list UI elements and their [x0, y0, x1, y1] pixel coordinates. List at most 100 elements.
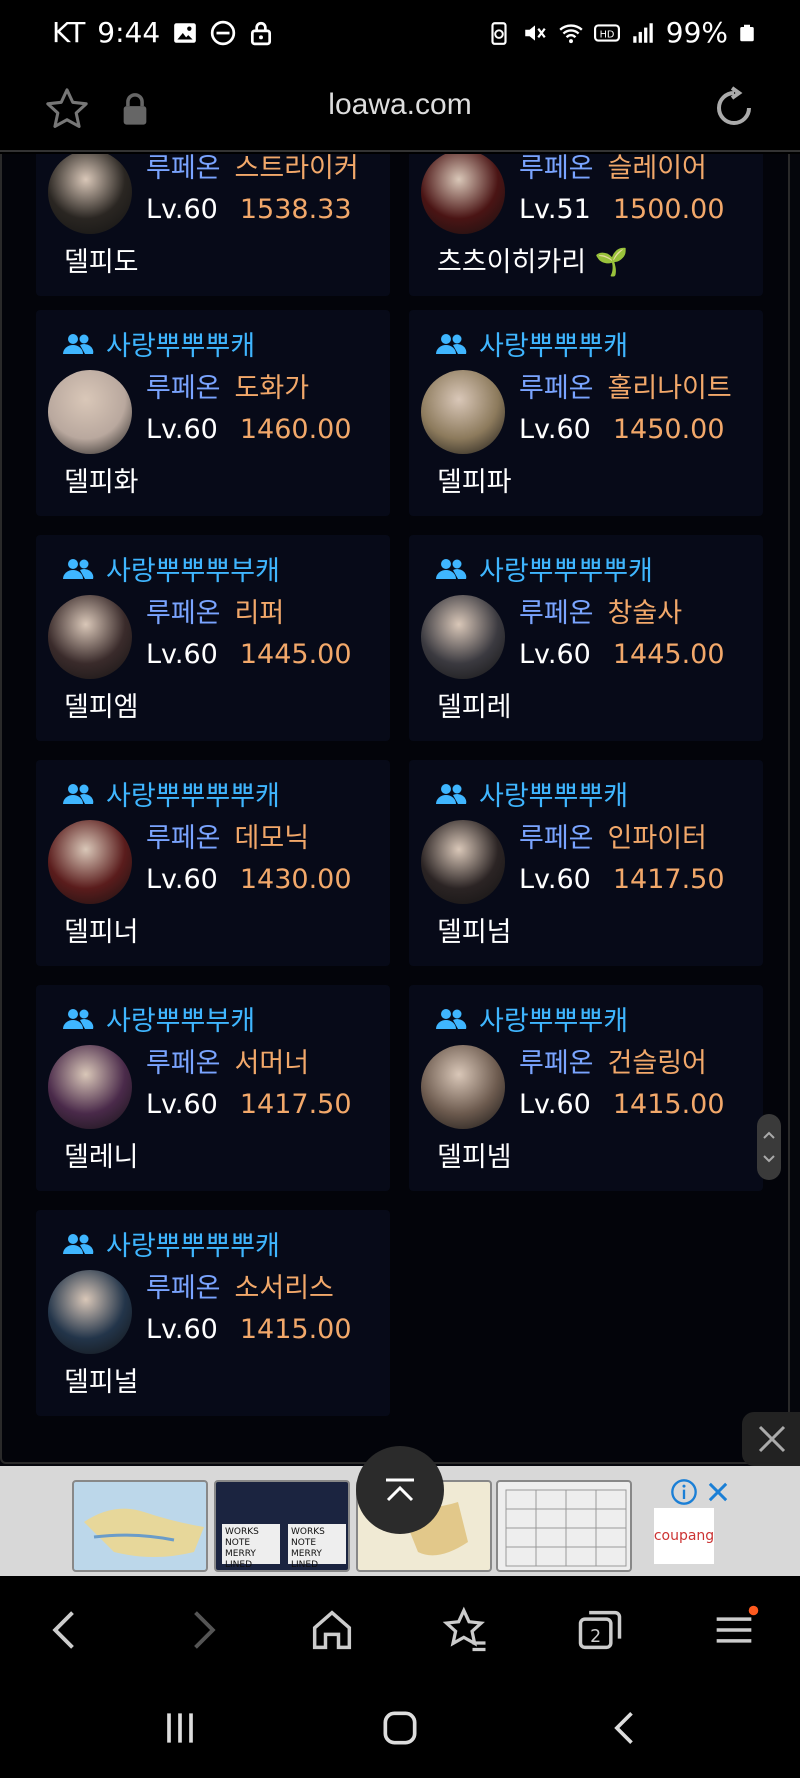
ad-thumbnail[interactable]: WORKS NOTE MERRY LINED WORKS NOTE MERRY …	[214, 1480, 350, 1572]
ad-info-icon[interactable]	[670, 1478, 698, 1506]
ad-dismiss-icon[interactable]	[704, 1478, 732, 1506]
character-name: 델피넘	[437, 917, 512, 948]
character-card[interactable]: 사랑뿌뿌뿌뿌캐 루페온 소서리스 Lv.60 1415.00 델피널	[36, 1210, 390, 1416]
level-label: Lv.60	[146, 864, 218, 895]
guild-members-icon	[436, 558, 467, 579]
tabs-icon[interactable]: 2	[574, 1604, 626, 1656]
notebook-label: WORKS NOTE MERRY LINED	[222, 1524, 280, 1570]
guild-members-icon	[63, 783, 94, 804]
url-text[interactable]: loawa.com	[0, 88, 800, 122]
system-back-icon[interactable]	[604, 1706, 648, 1750]
do-not-disturb-icon	[211, 20, 236, 45]
class-label: 소서리스	[234, 1273, 334, 1304]
character-card[interactable]: 사랑뿌뿌뿌부캐 루페온 리퍼 Lv.60 1445.00 델피엠	[36, 535, 390, 741]
guild-name[interactable]: 사랑뿌뿌뿌캐	[479, 999, 628, 1038]
server-label: 루페온	[146, 598, 221, 629]
guild-name[interactable]: 사랑뿌뿌뿌뿌캐	[106, 774, 280, 813]
ad-thumbnail[interactable]	[72, 1480, 208, 1572]
character-avatar	[421, 154, 505, 234]
level-label: Lv.60	[519, 414, 591, 445]
map-image	[84, 1508, 204, 1557]
class-label: 리퍼	[234, 598, 285, 629]
character-avatar	[48, 370, 132, 454]
character-avatar	[48, 820, 132, 904]
item-level-label: 1430.00	[239, 864, 352, 895]
clock: 9:44	[97, 16, 161, 49]
recent-apps-icon[interactable]	[158, 1706, 202, 1750]
browser-bottom-nav: 2	[0, 1576, 800, 1684]
item-level-label: 1415.00	[239, 1314, 352, 1345]
lock-status-icon	[251, 21, 272, 45]
server-label: 루페온	[519, 1048, 594, 1079]
character-card[interactable]: 사랑뿌뿌뿌캐 루페온 홀리나이트 Lv.60 1450.00 델피파	[409, 310, 763, 516]
class-label: 건슬링어	[607, 1048, 707, 1079]
level-label: Lv.60	[146, 1089, 218, 1120]
page-content: 루페온 스트라이커 Lv.60 1538.33 델피도 루페온 슬레이어 Lv.51 1…	[0, 154, 800, 1466]
guild-name[interactable]: 사랑뿌뿌부캐	[106, 999, 255, 1038]
bookmarks-icon[interactable]	[440, 1604, 492, 1656]
server-label: 루페온	[519, 154, 594, 184]
class-label: 서머너	[234, 1048, 310, 1079]
character-name: 델피파	[437, 467, 512, 498]
server-label: 루페온	[146, 154, 221, 184]
ad-brand-logo[interactable]: coupang	[654, 1508, 714, 1564]
character-name: 델피널	[64, 1367, 139, 1398]
system-nav-bar	[0, 1684, 800, 1778]
carrier-label: KT	[52, 16, 86, 49]
ad-thumbnail[interactable]	[496, 1480, 632, 1572]
signal-icon	[633, 22, 653, 43]
character-card[interactable]: 사랑뿌뿌뿌뿌캐 루페온 데모닉 Lv.60 1430.00 델피너	[36, 760, 390, 966]
guild-name[interactable]: 사랑뿌뿌뿌캐	[479, 324, 628, 363]
character-avatar	[421, 595, 505, 679]
character-card[interactable]: 사랑뿌뿌뿌뿌캐 루페온 창술사 Lv.60 1445.00 델피레	[409, 535, 763, 741]
close-icon	[758, 1425, 786, 1453]
battery-percent: 99%	[665, 16, 728, 49]
svg-text:2: 2	[590, 1627, 601, 1647]
character-card[interactable]: 사랑뿌뿌뿌캐 루페온 도화가 Lv.60 1460.00 델피화	[36, 310, 390, 516]
character-name: 델피화	[64, 467, 139, 498]
forward-icon[interactable]	[176, 1604, 228, 1656]
character-card[interactable]: 사랑뿌뿌부캐 루페온 서머너 Lv.60 1417.50 델레니	[36, 985, 390, 1191]
character-avatar	[48, 1270, 132, 1354]
character-card[interactable]: 루페온 스트라이커 Lv.60 1538.33 델피도	[36, 154, 390, 296]
wifi-icon	[559, 23, 583, 43]
home-icon[interactable]	[306, 1604, 358, 1656]
class-label: 슬레이어	[607, 154, 707, 184]
character-avatar	[421, 1045, 505, 1129]
battery-icon	[740, 24, 754, 41]
back-icon[interactable]	[40, 1604, 92, 1656]
item-level-label: 1415.00	[612, 1089, 725, 1120]
character-card[interactable]: 사랑뿌뿌뿌캐 루페온 인파이터 Lv.60 1417.50 델피넘	[409, 760, 763, 966]
server-label: 루페온	[146, 1048, 221, 1079]
status-bar: KT 9:44 HD 99%	[0, 0, 800, 68]
gallery-icon	[174, 22, 197, 43]
server-label: 루페온	[146, 373, 221, 404]
character-avatar	[421, 820, 505, 904]
character-card[interactable]: 루페온 슬레이어 Lv.51 1500.00 츠츠이히카리 🌱	[409, 154, 763, 296]
guild-name[interactable]: 사랑뿌뿌뿌캐	[106, 324, 255, 363]
guild-members-icon	[436, 1008, 467, 1029]
level-label: Lv.60	[146, 414, 218, 445]
server-label: 루페온	[519, 598, 594, 629]
guild-name[interactable]: 사랑뿌뿌뿌캐	[479, 774, 628, 813]
character-card[interactable]: 사랑뿌뿌뿌캐 루페온 건슬링어 Lv.60 1415.00 델피넴	[409, 985, 763, 1191]
reload-icon[interactable]	[710, 84, 758, 132]
character-name: 츠츠이히카리 🌱	[437, 247, 629, 278]
guild-name[interactable]: 사랑뿌뿌뿌뿌캐	[479, 549, 653, 588]
home-button-icon[interactable]	[378, 1706, 422, 1750]
guild-name[interactable]: 사랑뿌뿌뿌뿌캐	[106, 1224, 280, 1263]
scroll-to-top-button[interactable]	[356, 1446, 444, 1534]
item-level-label: 1445.00	[239, 639, 352, 670]
scroll-thumb[interactable]	[757, 1114, 781, 1180]
guild-name[interactable]: 사랑뿌뿌뿌부캐	[106, 549, 280, 588]
hd-voice-icon: HD	[593, 23, 620, 42]
guild-members-icon	[63, 333, 94, 354]
level-label: Lv.51	[519, 194, 591, 225]
menu-icon[interactable]	[708, 1604, 760, 1656]
level-label: Lv.60	[519, 1089, 591, 1120]
character-avatar	[48, 154, 132, 234]
character-avatar	[48, 595, 132, 679]
character-name: 델피엠	[64, 692, 139, 723]
ad-close-button[interactable]	[742, 1412, 800, 1466]
level-label: Lv.60	[519, 639, 591, 670]
